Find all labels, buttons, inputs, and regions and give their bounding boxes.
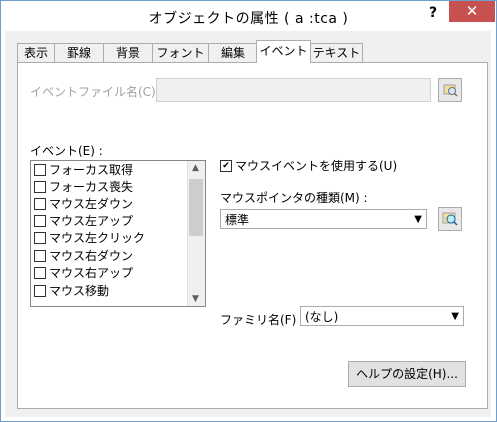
checkbox[interactable] [34, 284, 46, 297]
list-item[interactable]: マウス右ダウン [34, 248, 133, 265]
close-button[interactable]: ✕ [449, 1, 495, 22]
checkbox[interactable] [34, 249, 46, 262]
help-settings-button[interactable]: ヘルプの設定(H)... [348, 361, 466, 387]
dialog-window: オブジェクトの属性 ( a :tca ) ? ✕ 表示 罫線 背景 フォント 編… [0, 0, 497, 422]
list-item[interactable]: フォーカス取得 [34, 162, 133, 179]
tab-font[interactable]: フォント [152, 43, 209, 62]
tab-edit[interactable]: 編集 [208, 43, 258, 62]
scroll-up-icon[interactable]: ▲ [192, 163, 199, 173]
list-item[interactable]: マウス左ダウン [34, 196, 133, 213]
tab-text[interactable]: テキスト [310, 43, 363, 62]
help-icon[interactable]: ? [421, 3, 445, 23]
pointer-type-select[interactable]: 標準 ▼ [220, 209, 427, 229]
list-item[interactable]: マウス右アップ [34, 265, 133, 282]
list-item[interactable]: マウス左アップ [34, 213, 133, 230]
list-item[interactable]: マウス移動 [34, 283, 109, 300]
events-list[interactable]: フォーカス取得 フォーカス喪失 マウス左ダウン マウス左アップ マウス左クリック… [30, 160, 206, 307]
tab-background[interactable]: 背景 [103, 43, 153, 62]
checkbox[interactable] [34, 163, 46, 176]
scrollbar-thumb[interactable] [189, 179, 203, 236]
dialog-body: 表示 罫線 背景 フォント 編集 イベント テキスト イベントファイル名(C) … [5, 31, 491, 417]
title-bar: オブジェクトの属性 ( a :tca ) ? ✕ [1, 1, 496, 31]
use-mouse-event-row[interactable]: ✔ マウスイベントを使用する(U) [220, 157, 397, 174]
chevron-down-icon: ▼ [414, 214, 422, 225]
list-scrollbar[interactable]: ▲ ▼ [187, 161, 205, 306]
pointer-search-icon [442, 212, 458, 226]
scroll-down-icon[interactable]: ▼ [192, 294, 199, 304]
events-label: イベント(E) : [30, 144, 103, 158]
list-item[interactable]: フォーカス喪失 [34, 179, 133, 196]
checkbox[interactable] [34, 231, 46, 244]
family-label: ファミリ名(F) : [220, 313, 305, 327]
tab-borders[interactable]: 罫線 [54, 43, 104, 62]
event-panel: イベントファイル名(C) : イベント(E) : フォーカス取得 フォーカス喪失… [17, 62, 488, 409]
family-select[interactable]: (なし) ▼ [300, 306, 464, 326]
use-mouse-event-checkbox[interactable]: ✔ [220, 159, 232, 172]
pointer-type-value: 標準 [225, 213, 250, 227]
checkbox[interactable] [34, 214, 46, 227]
pointer-type-label: マウスポインタの種類(M) : [220, 191, 368, 205]
folder-search-icon [443, 84, 458, 97]
family-value: (なし) [305, 310, 339, 324]
event-file-field[interactable] [156, 78, 431, 102]
use-mouse-event-label: マウスイベントを使用する(U) [235, 159, 398, 173]
checkbox[interactable] [34, 197, 46, 210]
checkbox[interactable] [34, 180, 46, 193]
list-item[interactable]: マウス左クリック [34, 230, 145, 247]
tab-display[interactable]: 表示 [17, 43, 55, 62]
browse-file-button[interactable] [438, 78, 462, 102]
pointer-browse-button[interactable] [438, 207, 462, 231]
event-file-label: イベントファイル名(C) : [30, 85, 164, 99]
chevron-down-icon: ▼ [451, 311, 459, 322]
checkbox[interactable] [34, 266, 46, 279]
tab-event[interactable]: イベント [256, 40, 311, 63]
